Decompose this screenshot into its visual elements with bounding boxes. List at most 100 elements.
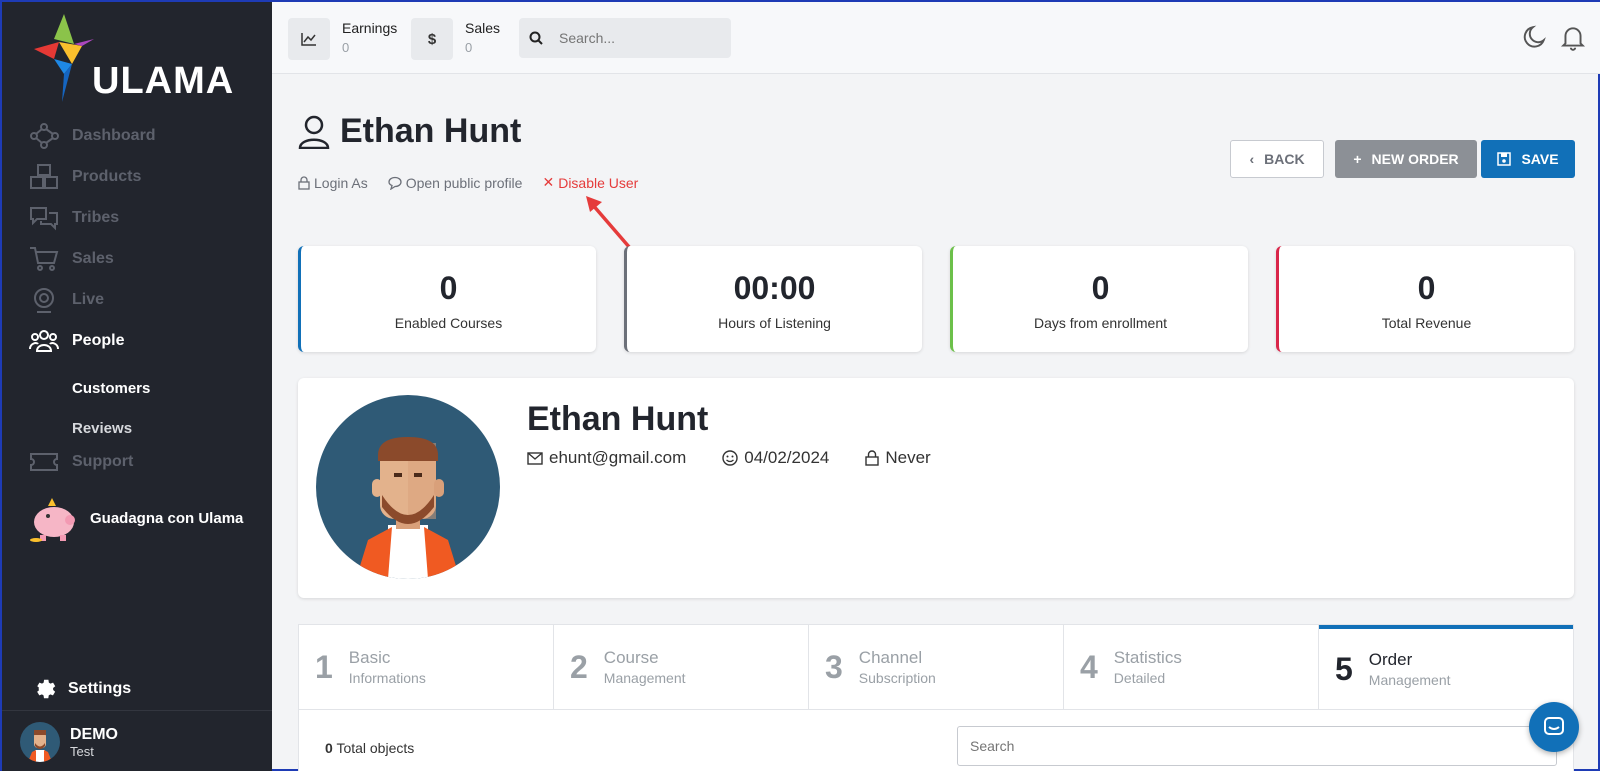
sidebar-item-sales[interactable]: Sales xyxy=(28,245,114,273)
earnings-value: 0 xyxy=(342,40,350,55)
sidebar-item-support[interactable]: Support xyxy=(28,448,133,476)
stat-card-days-enrollment: 0 Days from enrollment xyxy=(950,246,1248,352)
wizard-tabs: 1 Basic Informations 2 Course Management 3… xyxy=(298,624,1574,710)
search-box[interactable] xyxy=(519,18,731,58)
comment-icon xyxy=(388,176,402,190)
profile-avatar-icon xyxy=(356,437,460,579)
earnings-chart-icon[interactable] xyxy=(288,18,330,60)
tab-channel-subscription[interactable]: 3 Channel Subscription xyxy=(809,625,1064,709)
open-public-profile-link[interactable]: Open public profile xyxy=(388,174,523,191)
sidebar-item-dashboard[interactable]: Dashboard xyxy=(28,122,156,150)
piggy-bank-icon xyxy=(30,498,75,542)
tab-title: Order xyxy=(1368,650,1413,669)
total-objects: 0 Total objects xyxy=(325,740,414,756)
floppy-icon xyxy=(1497,152,1512,166)
tab-basic-informations[interactable]: 1 Basic Informations xyxy=(299,625,554,709)
page-title-text: Ethan Hunt xyxy=(340,112,522,150)
tab-subtitle: Informations xyxy=(348,670,426,686)
settings-label: Settings xyxy=(68,680,132,697)
chat-launcher-button[interactable] xyxy=(1529,702,1579,752)
webcam-icon xyxy=(34,288,54,313)
tab-number: 3 xyxy=(825,648,843,685)
sidebar-subitem-reviews[interactable]: Reviews xyxy=(72,420,132,437)
stat-label: Days from enrollment xyxy=(1033,315,1168,331)
sidebar-item-label: People xyxy=(72,332,125,349)
sidebar-subitem-customers[interactable]: Customers xyxy=(72,380,150,397)
user-account[interactable]: DEMO Test xyxy=(2,710,272,771)
promo-label: Guadagna con Ulama xyxy=(90,509,244,527)
search-icon xyxy=(529,31,543,45)
chat-icon xyxy=(1544,717,1564,735)
chevron-left-icon: ‹ xyxy=(1249,151,1255,167)
stat-card-hours-listening: 00:00 Hours of Listening xyxy=(624,246,922,352)
disable-user-label: Disable User xyxy=(558,174,639,191)
stat-label: Hours of Listening xyxy=(718,315,831,331)
tab-number: 2 xyxy=(570,648,588,685)
boxes-icon xyxy=(30,164,58,189)
profile-last-login: Never xyxy=(865,448,931,468)
sidebar: ULAMA Dashboard Products Tribes Sales Li… xyxy=(2,2,272,771)
back-button[interactable]: ‹ BACK xyxy=(1230,140,1324,178)
open-profile-label: Open public profile xyxy=(405,174,523,191)
orders-list: 0 Total objects xyxy=(298,710,1574,771)
new-order-button[interactable]: + NEW ORDER xyxy=(1335,140,1477,178)
stat-card-total-revenue: 0 Total Revenue xyxy=(1276,246,1574,352)
stat-label: Enabled Courses xyxy=(394,315,503,331)
tab-statistics-detailed[interactable]: 4 Statistics Detailed xyxy=(1064,625,1319,709)
sidebar-item-settings[interactable]: Settings xyxy=(30,676,131,702)
disable-user-link[interactable]: ✕ Disable User xyxy=(542,174,638,191)
chat-bubbles-icon xyxy=(30,207,58,231)
save-button[interactable]: SAVE xyxy=(1481,140,1575,178)
stat-value: 0 xyxy=(439,270,458,306)
promo-guadagna[interactable]: Guadagna con Ulama xyxy=(28,492,243,544)
tab-title: Statistics xyxy=(1113,648,1182,667)
user-name: DEMO xyxy=(70,725,118,743)
tab-course-management[interactable]: 2 Course Management xyxy=(554,625,809,709)
people-icon xyxy=(29,330,59,352)
tab-subtitle: Detailed xyxy=(1113,670,1166,686)
sidebar-item-label: Tribes xyxy=(72,209,120,226)
sidebar-item-tribes[interactable]: Tribes xyxy=(28,204,119,232)
login-as-label: Login As xyxy=(314,174,368,191)
gear-icon xyxy=(37,679,56,699)
tab-number: 4 xyxy=(1080,648,1098,685)
cart-icon xyxy=(30,247,59,271)
tab-title: Basic xyxy=(348,648,391,667)
page-title: Ethan Hunt xyxy=(298,112,521,151)
sales-value: 0 xyxy=(465,40,473,55)
plus-icon: + xyxy=(1353,151,1362,167)
sidebar-item-label: Support xyxy=(72,453,134,470)
total-label: Total objects xyxy=(336,740,415,756)
user-actions: Login As Open public profile ✕ Disable U… xyxy=(298,174,638,191)
sidebar-item-people[interactable]: People xyxy=(28,327,124,355)
sidebar-item-label: Live xyxy=(72,291,105,308)
list-search-input[interactable] xyxy=(957,726,1557,766)
tab-number: 1 xyxy=(315,648,333,685)
sidebar-item-live[interactable]: Live xyxy=(28,286,104,314)
tab-subtitle: Management xyxy=(1368,672,1451,688)
envelope-icon xyxy=(527,451,543,465)
stat-value: 0 xyxy=(1417,270,1436,306)
annotation-arrow-icon xyxy=(586,196,632,250)
tab-subtitle: Subscription xyxy=(858,670,936,686)
profile-name: Ethan Hunt xyxy=(527,400,709,438)
moon-icon[interactable] xyxy=(1522,24,1548,50)
stat-value: 00:00 xyxy=(733,270,816,306)
network-icon xyxy=(30,123,59,149)
dollar-icon[interactable]: $ xyxy=(411,18,453,60)
stat-label: Total Revenue xyxy=(1381,315,1472,331)
brand-logo[interactable]: ULAMA xyxy=(34,14,244,104)
profile-last-login-text: Never xyxy=(885,448,931,467)
user-icon xyxy=(298,115,330,149)
topbar: Earnings 0 $ Sales 0 xyxy=(272,2,1600,74)
sales-label: Sales xyxy=(465,20,501,36)
save-label: SAVE xyxy=(1521,151,1559,167)
search-input[interactable] xyxy=(559,30,709,46)
sidebar-item-products[interactable]: Products xyxy=(28,163,141,191)
lock-icon xyxy=(298,175,310,190)
tab-order-management[interactable]: 5 Order Management xyxy=(1319,625,1573,709)
ticket-icon xyxy=(30,453,58,471)
login-as-link[interactable]: Login As xyxy=(298,174,368,191)
bell-icon[interactable] xyxy=(1560,24,1586,52)
user-role: Test xyxy=(70,743,94,759)
